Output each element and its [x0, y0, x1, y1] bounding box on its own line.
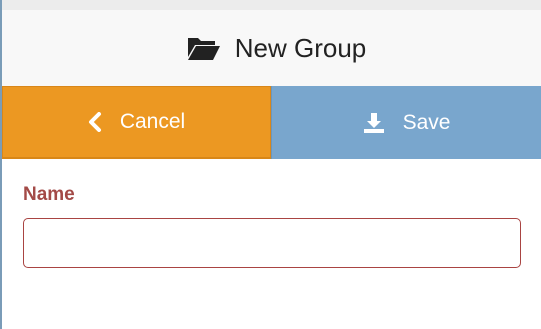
dialog-header: New Group: [2, 10, 541, 86]
header-title-group: New Group: [187, 32, 367, 64]
folder-open-icon: [187, 35, 221, 61]
name-input[interactable]: [23, 218, 521, 268]
cancel-label: Cancel: [119, 110, 186, 133]
download-icon: [363, 112, 385, 134]
page-title: New Group: [234, 32, 367, 63]
top-strip: [2, 0, 541, 10]
chevron-left-icon: [88, 112, 102, 132]
name-label: Name: [23, 184, 75, 205]
save-label: Save: [402, 110, 451, 134]
cancel-button[interactable]: Cancel: [2, 86, 271, 159]
action-bar: Cancel Save: [2, 86, 541, 159]
save-button[interactable]: Save: [271, 86, 541, 159]
group-form: Name: [23, 184, 521, 268]
